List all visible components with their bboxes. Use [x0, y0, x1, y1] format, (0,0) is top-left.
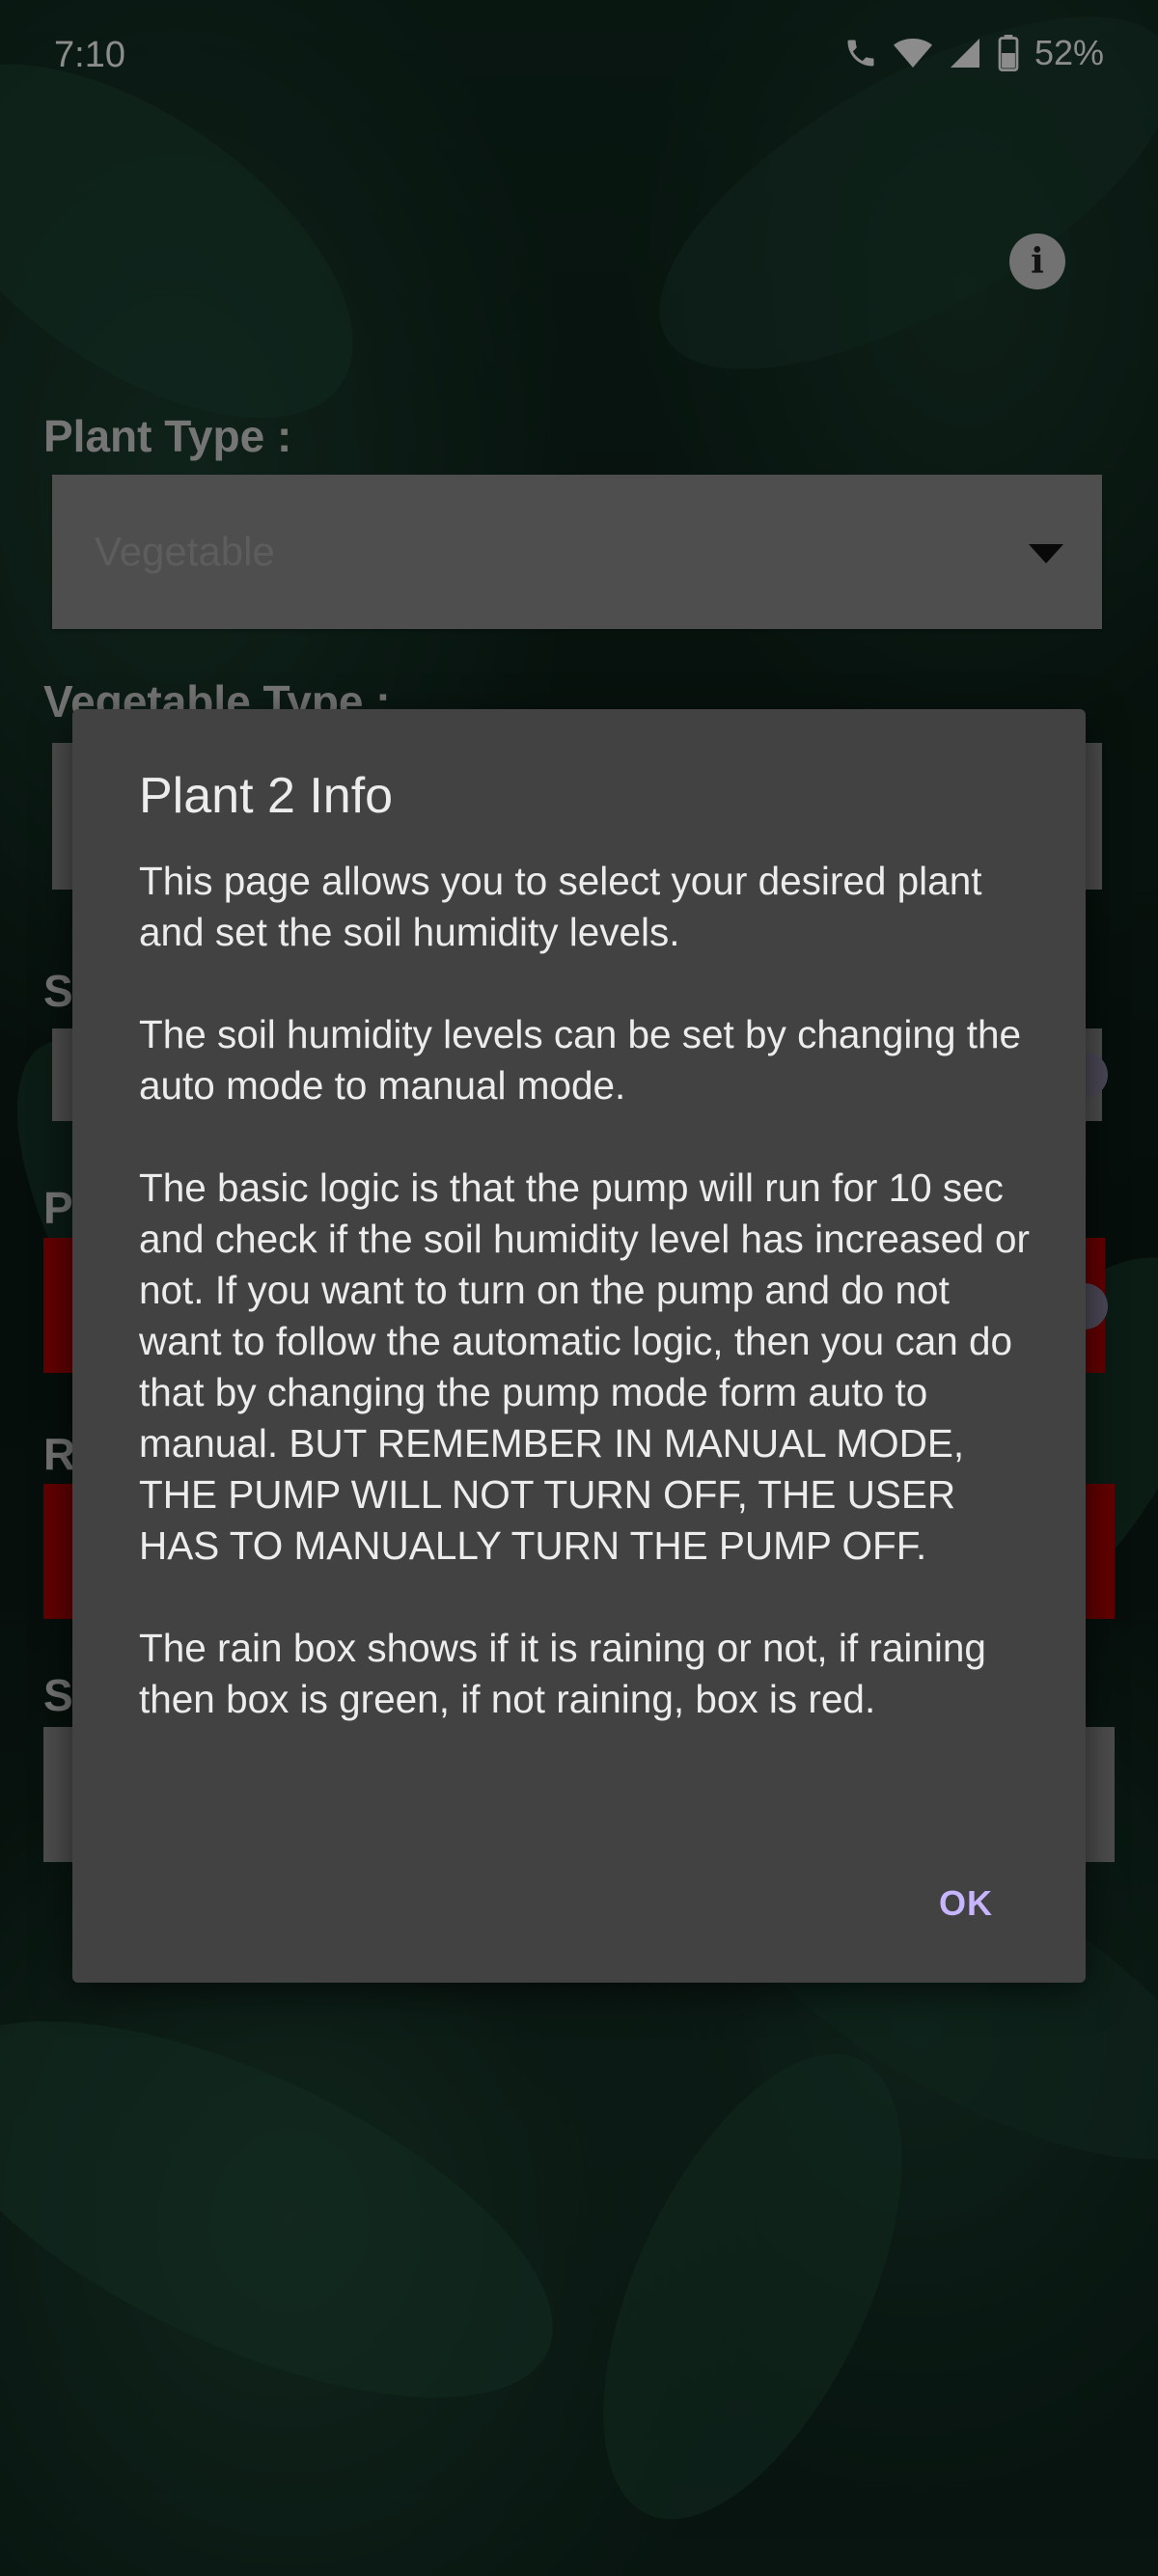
dialog-message: This page allows you to select your desi…: [139, 859, 1030, 1721]
info-dialog: Plant 2 Info This page allows you to sel…: [72, 709, 1086, 1983]
ok-button[interactable]: OK: [939, 1883, 993, 1924]
dialog-title: Plant 2 Info: [139, 768, 394, 824]
